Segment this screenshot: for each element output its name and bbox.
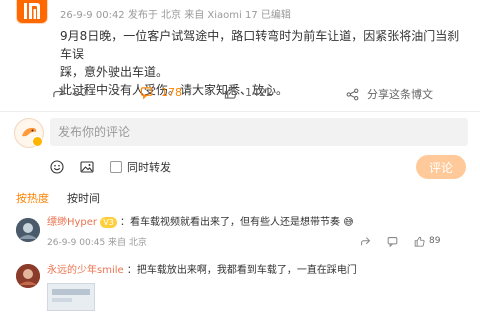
comment-button[interactable]: 178 bbox=[140, 86, 182, 99]
composer-tools: 同时转发 bbox=[50, 158, 171, 176]
tab-sort-time[interactable]: 按时间 bbox=[67, 190, 100, 206]
repost-count: 80 bbox=[73, 86, 87, 99]
grin-sweat-emoji-icon: 😅 bbox=[343, 217, 354, 228]
commenter-avatar[interactable] bbox=[16, 264, 40, 288]
avatar-photo-icon bbox=[16, 264, 40, 288]
like-button[interactable]: 1422 bbox=[224, 86, 273, 99]
comment-text-row: 缥缈Hyper V3 ：看车载视频就看出来了，但有些人还是想带节奏 😅 bbox=[47, 216, 354, 230]
comment-actions: 89 bbox=[360, 234, 440, 248]
comment-image-thumbnail[interactable] bbox=[47, 283, 95, 311]
divider bbox=[0, 111, 480, 112]
share-icon[interactable] bbox=[360, 236, 371, 247]
commenter-name[interactable]: 永远的少年smile bbox=[47, 265, 124, 276]
post-action-bar: 80 178 1422 分享这条博文 bbox=[0, 86, 480, 104]
repost-checkbox-label: 同时转发 bbox=[127, 161, 171, 174]
share-post-button[interactable]: 分享这条博文 bbox=[346, 86, 433, 102]
post-text-line: 踩，意外驶出车道。 bbox=[60, 65, 169, 79]
like-count: 1422 bbox=[245, 86, 273, 99]
verified-badge-icon bbox=[32, 136, 43, 147]
comment-text: ：把车载放出来啊，我都看到车载了，一直在踩电门 bbox=[126, 265, 357, 276]
share-icon bbox=[53, 87, 64, 98]
submit-comment-button[interactable]: 评论 bbox=[416, 155, 466, 179]
comment-icon bbox=[140, 87, 153, 99]
comment-meta: 26-9-9 00:45 来自 北京 bbox=[47, 238, 147, 248]
commenter-name[interactable]: 缥缈Hyper bbox=[47, 217, 97, 228]
post-text-line: 9月8日晚，一位客户试驾途中，路口转弯时为前车让道，因紧张将油门当刹车误 bbox=[60, 29, 460, 61]
repost-checkbox[interactable] bbox=[110, 161, 122, 173]
repost-button[interactable]: 80 bbox=[52, 86, 87, 99]
thumbs-up-icon bbox=[224, 86, 237, 99]
image-preview-icon bbox=[52, 289, 90, 302]
comment-input[interactable] bbox=[50, 118, 468, 146]
comment-text: ：看车载视频就看出来了，但有些人还是想带节奏 bbox=[120, 217, 340, 228]
repost-checkbox-row[interactable]: 同时转发 bbox=[110, 159, 171, 175]
comment-count: 178 bbox=[161, 86, 182, 99]
tab-sort-hot[interactable]: 按热度 bbox=[16, 190, 49, 206]
avatar-photo-icon bbox=[16, 218, 40, 242]
member-badge-icon: V3 bbox=[100, 216, 117, 228]
comment-sort-tabs: 按热度 按时间 bbox=[16, 190, 100, 206]
thumbs-up-icon bbox=[414, 236, 425, 247]
comment-icon[interactable] bbox=[387, 236, 398, 247]
share-nodes-icon bbox=[346, 88, 359, 100]
share-post-label: 分享这条博文 bbox=[367, 88, 433, 101]
image-icon[interactable] bbox=[80, 160, 94, 174]
comment-like-count: 89 bbox=[429, 236, 441, 246]
brand-avatar[interactable] bbox=[16, 0, 48, 24]
comment-input-wrapper bbox=[50, 118, 468, 146]
comment-text-row: 永远的少年smile ：把车载放出来啊，我都看到车载了，一直在踩电门 bbox=[47, 264, 357, 278]
comment-like-button[interactable]: 89 bbox=[414, 236, 440, 247]
commenter-avatar[interactable] bbox=[16, 218, 40, 242]
post-meta: 26-9-9 00:42 发布于 北京 来自 Xiaomi 17 已编辑 bbox=[60, 10, 291, 21]
emoji-icon[interactable] bbox=[50, 160, 64, 174]
xiaomi-logo-icon bbox=[24, 3, 40, 19]
